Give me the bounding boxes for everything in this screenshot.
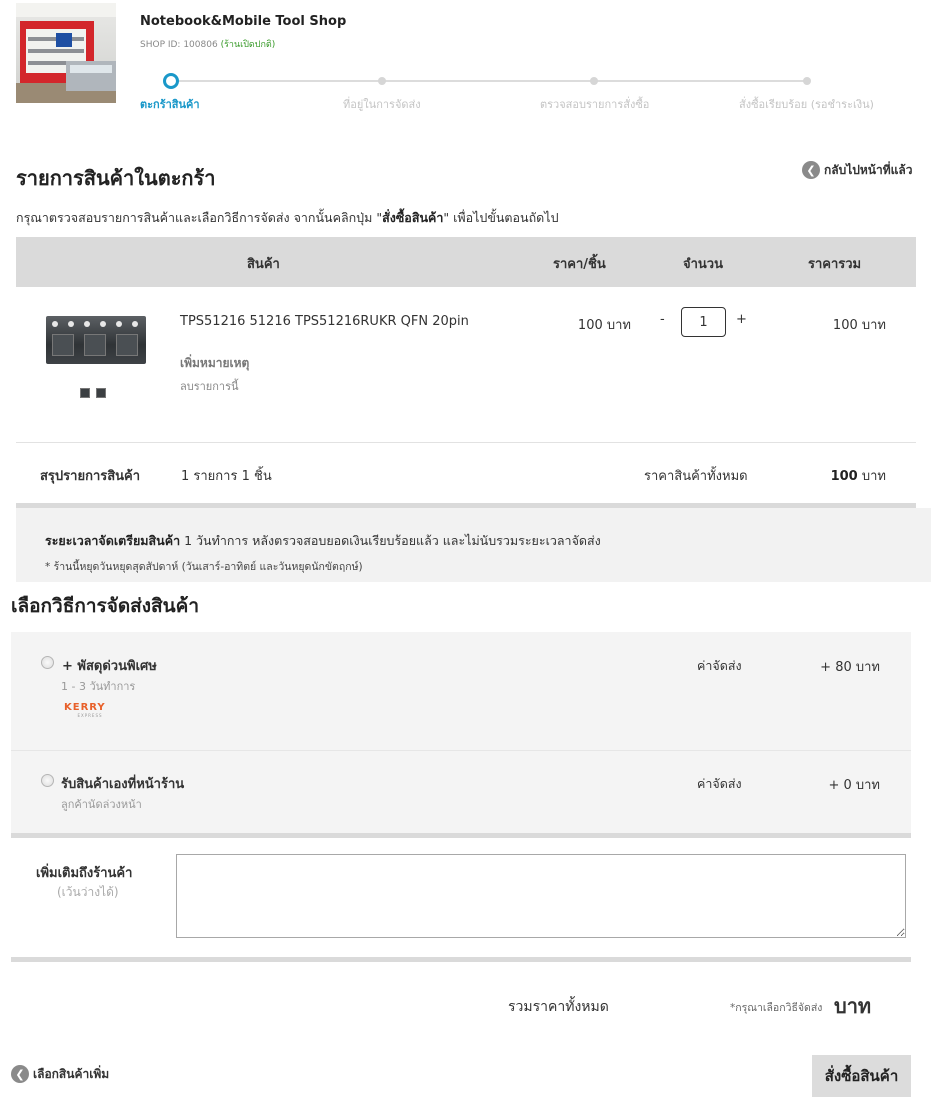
cart-instruction: กรุณาตรวจสอบรายการสินค้าและเลือกวิธีการจ… bbox=[16, 208, 559, 228]
note-to-shop-textarea[interactable] bbox=[176, 854, 906, 938]
shop-id: SHOP ID: 100806 (ร้านเปิดปกติ) bbox=[140, 37, 275, 51]
shop-name: Notebook&Mobile Tool Shop bbox=[140, 14, 347, 29]
cart-table-header bbox=[16, 237, 916, 287]
shop-photo bbox=[16, 3, 116, 103]
product-unit-price: 100 บาท bbox=[577, 318, 631, 333]
summary-total-value: 100 bbox=[830, 469, 858, 484]
shipping-option-express-name: + พัสดุด่วนพิเศษ bbox=[62, 659, 157, 674]
remove-item-link[interactable]: ลบรายการนี้ bbox=[180, 377, 239, 395]
stepper-track bbox=[171, 80, 808, 82]
step-dot-cart bbox=[163, 73, 179, 89]
cart-instruction-pre: กรุณาตรวจสอบรายการสินค้าและเลือกวิธีการจ… bbox=[16, 210, 383, 225]
chevron-left-icon: ❮ bbox=[802, 161, 820, 179]
quantity-decrease-button[interactable]: - bbox=[660, 312, 665, 327]
shop-id-label: SHOP ID: 100806 bbox=[140, 40, 218, 50]
cart-instruction-post: " เพื่อไปขั้นตอนถัดไป bbox=[443, 210, 559, 225]
step-label-cart: ตะกร้าสินค้า bbox=[140, 98, 200, 111]
back-link-label: กลับไปหน้าที่แล้ว bbox=[824, 162, 913, 177]
grand-total-hint: *กรุณาเลือกวิธีจัดส่ง bbox=[730, 1002, 823, 1014]
shipping-radio-express[interactable] bbox=[41, 656, 54, 669]
cart-instruction-bold: สั่งซื้อสินค้า bbox=[382, 210, 444, 225]
shipping-title: เลือกวิธีการจัดส่งสินค้า bbox=[11, 595, 200, 617]
grand-total-label: รวมราคาทั้งหมด bbox=[508, 999, 609, 1015]
step-dot-address bbox=[378, 77, 386, 85]
shipping-fee-pickup: + 0 บาท bbox=[828, 778, 880, 793]
summary-total: 100 บาท bbox=[780, 465, 886, 486]
step-label-review: ตรวจสอบรายการสั่งซื้อ bbox=[540, 98, 650, 111]
shipping-option-express-sub: 1 - 3 วันทำการ bbox=[61, 680, 136, 693]
step-dot-done bbox=[803, 77, 811, 85]
col-header-product: สินค้า bbox=[247, 257, 280, 272]
shipping-fee-label-express: ค่าจัดส่ง bbox=[697, 658, 742, 673]
quantity-increase-button[interactable]: + bbox=[736, 312, 747, 327]
row-divider bbox=[16, 442, 916, 443]
summary-count: 1 รายการ 1 ชิ้น bbox=[181, 469, 272, 484]
note-label: เพิ่มเติมถึงร้านค้า bbox=[36, 866, 133, 881]
shipping-option-pickup-sub: ลูกค้านัดล่วงหน้า bbox=[61, 798, 142, 811]
shipping-fee-express: + 80 บาท bbox=[820, 660, 880, 675]
note-divider bbox=[11, 957, 911, 962]
quantity-input[interactable] bbox=[681, 307, 726, 337]
product-image[interactable] bbox=[46, 312, 146, 408]
kerry-logo-word: KERRY bbox=[64, 702, 106, 713]
summary-label: สรุปรายการสินค้า bbox=[40, 469, 141, 484]
shipping-divider bbox=[11, 833, 911, 838]
step-label-address: ที่อยู่ในการจัดส่ง bbox=[343, 98, 421, 111]
summary-currency: บาท bbox=[861, 469, 886, 484]
add-note-link[interactable]: เพิ่มหมายเหตุ bbox=[180, 354, 249, 373]
prep-time-text: ระยะเวลาจัดเตรียมสินค้า 1 วันทำการ หลังต… bbox=[45, 531, 601, 551]
col-header-total: ราคารวม bbox=[808, 257, 862, 272]
shop-status: (ร้านเปิดปกติ) bbox=[220, 40, 276, 50]
back-link[interactable]: ❮ กลับไปหน้าที่แล้ว bbox=[802, 160, 912, 180]
continue-shopping-label: เลือกสินค้าเพิ่ม bbox=[33, 1066, 110, 1081]
continue-shopping-link[interactable]: ❮ เลือกสินค้าเพิ่ม bbox=[11, 1064, 109, 1084]
shipping-option-pickup-name: รับสินค้าเองที่หน้าร้าน bbox=[61, 777, 185, 792]
holiday-note: * ร้านนี้หยุดวันหยุดสุดสัปดาห์ (วันเสาร์… bbox=[45, 561, 363, 573]
prep-time-bold: ระยะเวลาจัดเตรียมสินค้า bbox=[45, 533, 181, 548]
prep-time-detail: 1 วันทำการ หลังตรวจสอบยอดเงินเรียบร้อยแล… bbox=[180, 533, 601, 548]
chevron-left-icon: ❮ bbox=[11, 1065, 29, 1083]
product-name[interactable]: TPS51216 51216 TPS51216RUKR QFN 20pin bbox=[180, 314, 469, 329]
cart-title: รายการสินค้าในตะกร้า bbox=[16, 166, 216, 190]
kerry-logo-sub: EXPRESS bbox=[77, 713, 103, 718]
note-optional-hint: (เว้นว่างได้) bbox=[57, 885, 119, 899]
summary-all-label: ราคาสินค้าทั้งหมด bbox=[644, 469, 748, 484]
shipping-radio-pickup[interactable] bbox=[41, 774, 54, 787]
col-header-unit-price: ราคา/ชิ้น bbox=[553, 257, 606, 272]
product-total-price: 100 บาท bbox=[832, 318, 886, 333]
step-label-done: สั่งซื้อเรียบร้อย (รอชำระเงิน) bbox=[739, 98, 874, 111]
step-dot-review bbox=[590, 77, 598, 85]
grand-total-currency: บาท bbox=[834, 994, 872, 1018]
col-header-quantity: จำนวน bbox=[683, 257, 723, 272]
kerry-logo: KERRY EXPRESS bbox=[64, 702, 116, 719]
place-order-button[interactable]: สั่งซื้อสินค้า bbox=[812, 1055, 911, 1097]
shipping-option-express[interactable] bbox=[11, 632, 911, 750]
shipping-fee-label-pickup: ค่าจัดส่ง bbox=[697, 776, 742, 791]
